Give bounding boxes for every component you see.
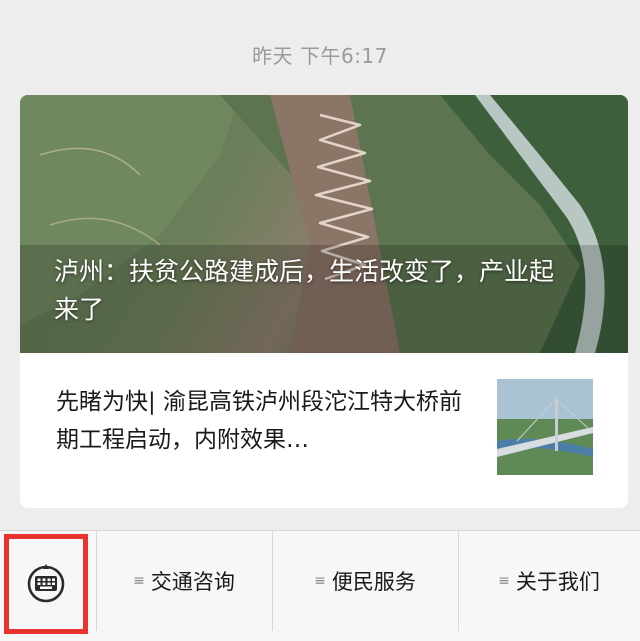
menu-item-label: 便民服务 — [331, 570, 416, 594]
message-timestamp: 昨天 下午6:17 — [252, 44, 388, 68]
sub-article[interactable]: 先睹为快| 渝昆高铁泸州段沱江特大桥前期工程启动，内附效果… — [20, 353, 628, 508]
keyboard-toggle-button[interactable] — [4, 534, 88, 634]
sub-article-title: 先睹为快| 渝昆高铁泸州段沱江特大桥前期工程启动，内附效果… — [56, 389, 463, 453]
sub-article-thumbnail — [497, 379, 593, 475]
keyboard-icon — [27, 564, 65, 603]
menu-item-public-service[interactable]: ≡ 便民服务 — [272, 531, 458, 631]
menu-item-about-us[interactable]: ≡ 关于我们 — [458, 531, 640, 631]
menu-lines-icon: ≡ — [314, 573, 326, 589]
menu-item-label: 交通咨询 — [150, 570, 235, 594]
menu-lines-icon: ≡ — [133, 573, 145, 589]
main-article[interactable]: 泸州：扶贫公路建成后，生活改变了，产业起来了 — [20, 95, 628, 353]
bottom-menu-bar: ≡ 交通咨询 ≡ 便民服务 ≡ 关于我们 — [0, 530, 640, 641]
menu-item-label: 关于我们 — [515, 570, 600, 594]
main-article-title: 泸州：扶贫公路建成后，生活改变了，产业起来了 — [54, 257, 555, 324]
menu-lines-icon: ≡ — [498, 573, 510, 589]
article-card[interactable]: 泸州：扶贫公路建成后，生活改变了，产业起来了 先睹为快| 渝昆高铁泸州段沱江特大… — [20, 95, 628, 508]
menu-item-traffic-consult[interactable]: ≡ 交通咨询 — [96, 531, 272, 631]
